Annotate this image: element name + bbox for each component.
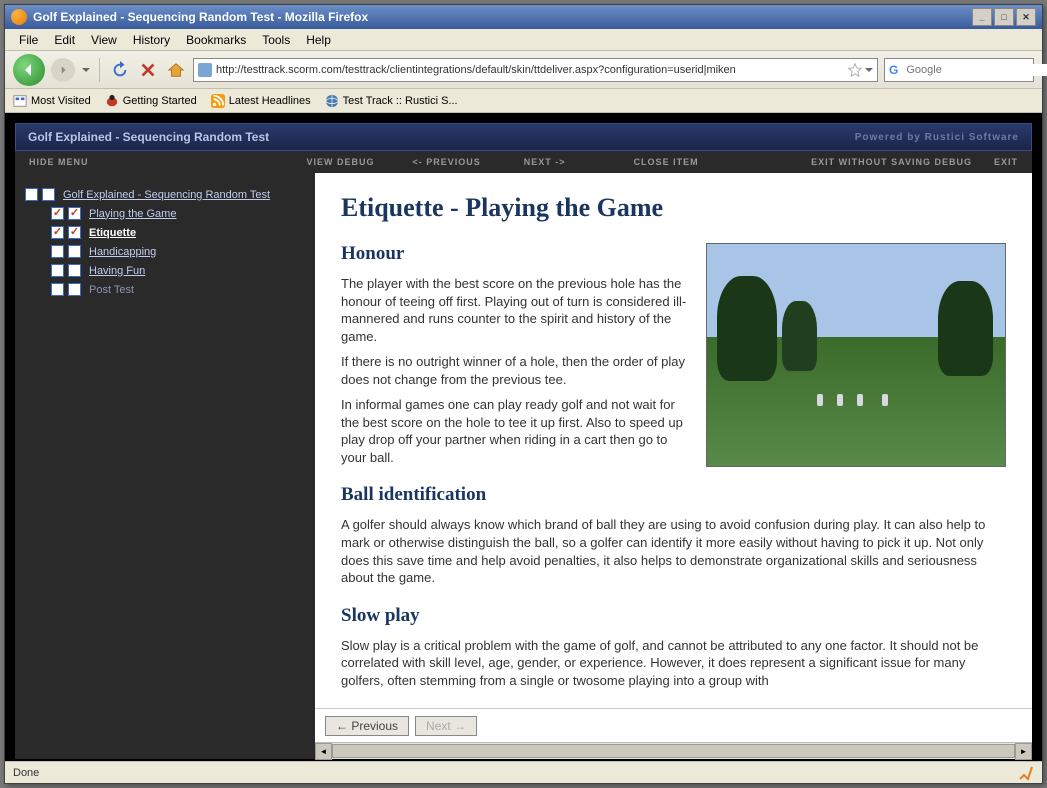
app-action-bar: HIDE MENU VIEW DEBUG <- PREVIOUS NEXT ->… [15, 151, 1032, 173]
checkbox-icon [51, 226, 64, 239]
google-icon: G [889, 63, 898, 77]
forward-button[interactable] [51, 58, 75, 82]
bookmarks-toolbar: Most Visited Getting Started Latest Head… [5, 89, 1042, 113]
history-dropdown[interactable] [81, 58, 91, 82]
content-frame: Etiquette - Playing the Game Honour The … [315, 173, 1032, 759]
checkbox-icon [25, 188, 38, 201]
mostvisited-icon [13, 94, 27, 108]
tree-item[interactable]: Playing the Game [25, 204, 305, 223]
minimize-button[interactable]: _ [972, 8, 992, 26]
checkbox-icon [68, 283, 81, 296]
next-button[interactable]: NEXT -> [520, 157, 570, 167]
globe-icon [325, 94, 339, 108]
checkbox-icon [51, 264, 64, 277]
exit-without-saving-button[interactable]: EXIT WITHOUT SAVING DEBUG [807, 157, 976, 167]
tree-item-label: Playing the Game [89, 208, 176, 220]
menu-bookmarks[interactable]: Bookmarks [178, 31, 254, 49]
tree-item[interactable]: Golf Explained - Sequencing Random Test [25, 185, 305, 204]
course-tree: Golf Explained - Sequencing Random Test P… [15, 173, 315, 759]
horizontal-scrollbar[interactable]: ◄ ► [315, 742, 1032, 759]
checkbox-icon [42, 188, 55, 201]
heading-slow-play: Slow play [341, 605, 1006, 627]
nav-toolbar: G [5, 51, 1042, 89]
tree-item-label: Etiquette [89, 227, 136, 239]
checkbox-icon [51, 207, 64, 220]
view-debug-button[interactable]: VIEW DEBUG [303, 157, 379, 167]
tree-item-label: Golf Explained - Sequencing Random Test [63, 189, 270, 201]
powered-by-label: Powered by Rustici Software [855, 132, 1019, 143]
article-image [706, 243, 1006, 467]
hide-menu-button[interactable]: HIDE MENU [25, 157, 93, 167]
tree-item-label: Post Test [89, 284, 134, 296]
checkbox-icon [51, 283, 64, 296]
stop-button[interactable] [137, 59, 159, 81]
checkbox-icon [68, 264, 81, 277]
tree-item[interactable]: Handicapping [25, 242, 305, 261]
exit-button[interactable]: EXIT [990, 157, 1022, 167]
url-bar[interactable] [193, 58, 878, 82]
article-title: Etiquette - Playing the Game [341, 193, 1006, 223]
content-prev-button[interactable]: ← Previous [325, 716, 409, 736]
tree-item-label: Having Fun [89, 265, 145, 277]
url-dropdown-icon[interactable] [865, 66, 873, 74]
url-input[interactable] [216, 64, 844, 76]
menu-history[interactable]: History [125, 31, 178, 49]
bookmark-getting-started[interactable]: Getting Started [105, 94, 197, 108]
tree-item[interactable]: Post Test [25, 280, 305, 299]
menu-tools[interactable]: Tools [254, 31, 298, 49]
statusbar: Done [5, 761, 1042, 783]
bookmark-test-track[interactable]: Test Track :: Rustici S... [325, 94, 458, 108]
favicon-icon [198, 63, 212, 77]
home-button[interactable] [165, 59, 187, 81]
close-button[interactable]: ✕ [1016, 8, 1036, 26]
ladybug-icon [105, 94, 119, 108]
article: Etiquette - Playing the Game Honour The … [315, 173, 1032, 708]
checkbox-icon [51, 245, 64, 258]
close-item-button[interactable]: CLOSE ITEM [630, 157, 703, 167]
status-text: Done [13, 767, 39, 779]
scroll-left-icon[interactable]: ◄ [315, 743, 332, 760]
browser-window: Golf Explained - Sequencing Random Test … [4, 4, 1043, 784]
firefox-icon [11, 9, 27, 25]
menubar: File Edit View History Bookmarks Tools H… [5, 29, 1042, 51]
menu-view[interactable]: View [83, 31, 125, 49]
window-title: Golf Explained - Sequencing Random Test … [33, 10, 368, 24]
reload-button[interactable] [109, 59, 131, 81]
scroll-thumb[interactable] [332, 744, 1015, 758]
heading-ball-identification: Ball identification [341, 484, 1006, 506]
bookmark-most-visited[interactable]: Most Visited [13, 94, 91, 108]
menu-file[interactable]: File [11, 31, 46, 49]
checkbox-icon [68, 207, 81, 220]
search-input[interactable] [906, 64, 1047, 76]
rss-icon [211, 94, 225, 108]
checkbox-icon [68, 226, 81, 239]
menu-help[interactable]: Help [298, 31, 339, 49]
app-header: Golf Explained - Sequencing Random Test … [15, 123, 1032, 151]
menu-edit[interactable]: Edit [46, 31, 83, 49]
back-button[interactable] [13, 54, 45, 86]
bookmark-latest-headlines[interactable]: Latest Headlines [211, 94, 311, 108]
paragraph: A golfer should always know which brand … [341, 516, 1006, 586]
titlebar: Golf Explained - Sequencing Random Test … [5, 5, 1042, 29]
paragraph: Slow play is a critical problem with the… [341, 637, 1006, 690]
search-bar[interactable]: G [884, 58, 1034, 82]
maximize-button[interactable]: □ [994, 8, 1014, 26]
content-nav: ← Previous Next → [315, 708, 1032, 742]
page-content: Golf Explained - Sequencing Random Test … [5, 113, 1042, 761]
scroll-right-icon[interactable]: ► [1015, 743, 1032, 760]
app-title: Golf Explained - Sequencing Random Test [28, 130, 269, 144]
tree-item[interactable]: Having Fun [25, 261, 305, 280]
previous-button[interactable]: <- PREVIOUS [409, 157, 485, 167]
star-icon[interactable] [848, 63, 862, 77]
content-next-button[interactable]: Next → [415, 716, 477, 736]
tree-item-label: Handicapping [89, 246, 156, 258]
status-paintbrush-icon[interactable] [1018, 765, 1034, 781]
checkbox-icon [68, 245, 81, 258]
tree-item[interactable]: Etiquette [25, 223, 305, 242]
